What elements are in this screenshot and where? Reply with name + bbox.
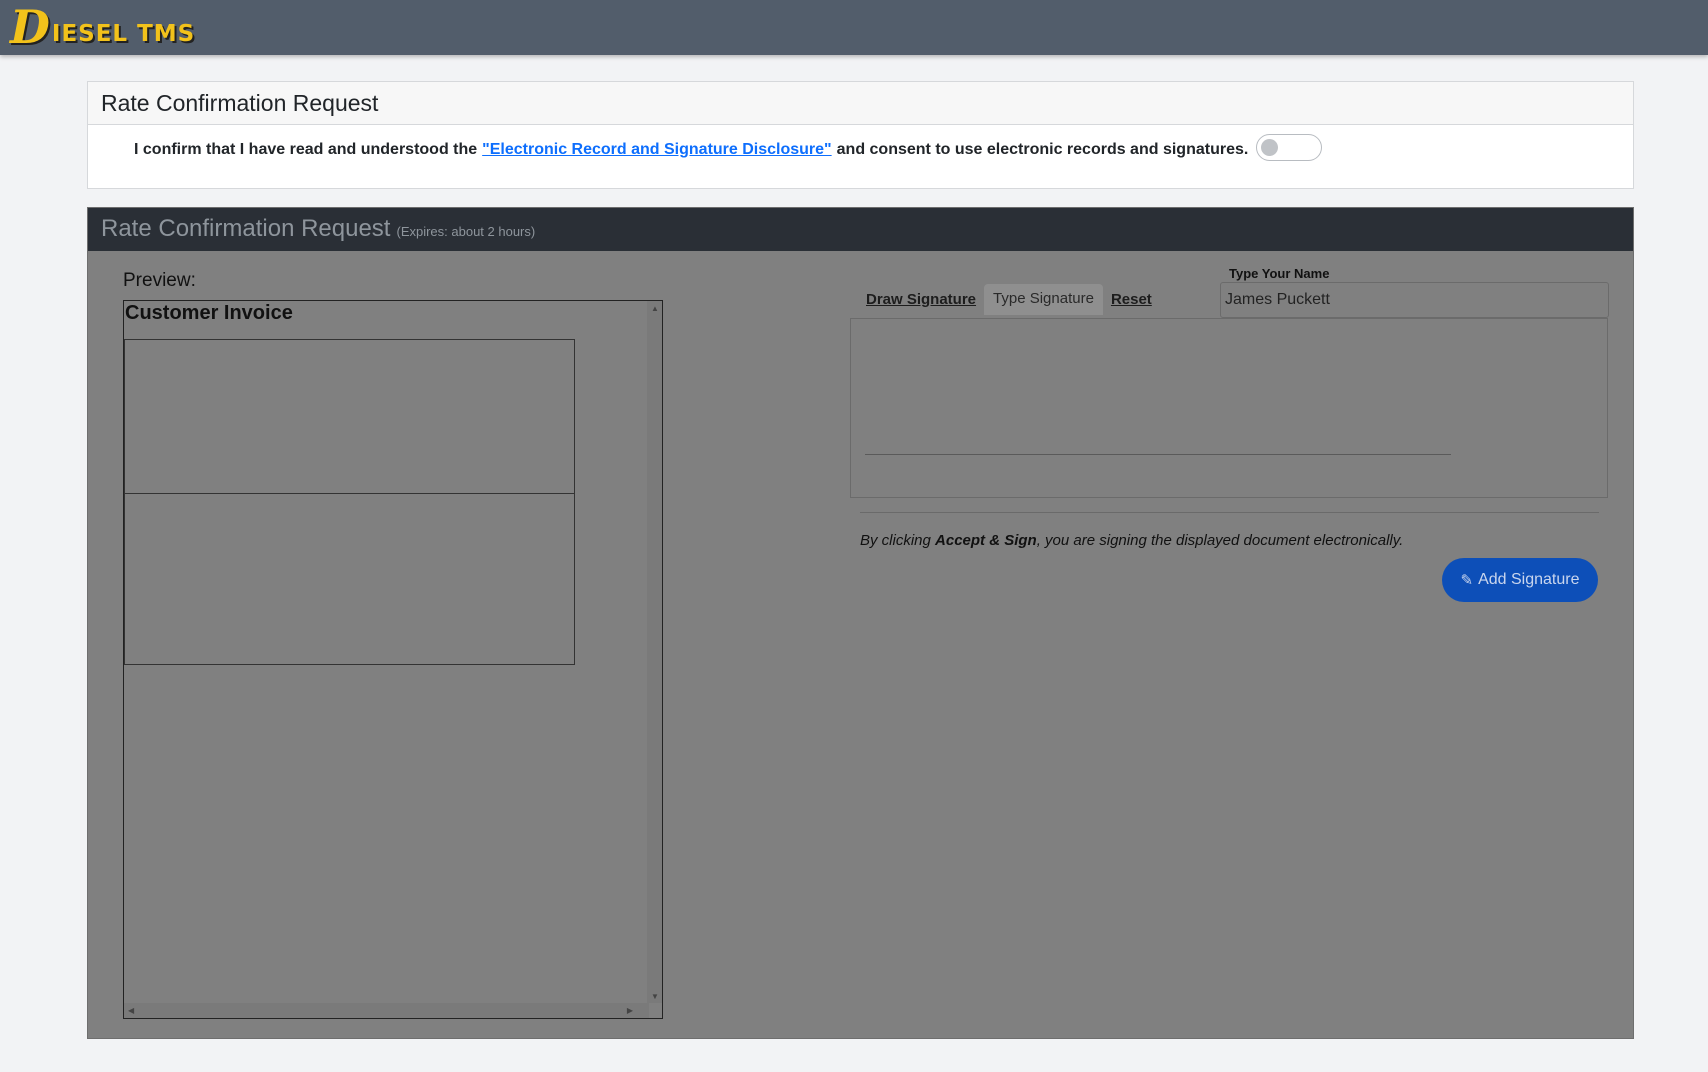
name-label: Type Your Name xyxy=(1229,266,1330,281)
scroll-up-icon[interactable]: ▲ xyxy=(651,305,659,313)
document-title: Customer Invoice xyxy=(125,302,293,324)
tab-draw-signature[interactable]: Draw Signature xyxy=(858,285,984,314)
signature-card-header: Rate Confirmation Request (Expires: abou… xyxy=(88,208,1633,251)
consent-statement: I confirm that I have read and understoo… xyxy=(88,125,1633,174)
name-input[interactable] xyxy=(1220,282,1609,318)
expiry-note: (Expires: about 2 hours) xyxy=(396,224,536,239)
consent-toggle[interactable] xyxy=(1256,134,1323,161)
logo-initial: D xyxy=(10,0,50,54)
document-preview[interactable]: Customer Invoice ▲ ▼ ◀ ▶ xyxy=(123,300,663,1019)
consent-text-after: and consent to use electronic records an… xyxy=(836,140,1249,158)
signature-line xyxy=(865,454,1451,455)
preview-label: Preview: xyxy=(123,270,196,291)
divider xyxy=(860,512,1599,513)
consent-card: Rate Confirmation Request I confirm that… xyxy=(87,81,1634,189)
signature-tabs: Draw Signature Type Signature Reset xyxy=(858,284,1160,315)
toggle-knob xyxy=(1261,139,1279,156)
signature-card-title: Rate Confirmation Request xyxy=(101,215,391,242)
legal-text-bold: Accept & Sign xyxy=(935,532,1037,549)
tab-type-signature[interactable]: Type Signature xyxy=(984,284,1103,315)
consent-card-title: Rate Confirmation Request xyxy=(88,82,1633,125)
reset-button[interactable]: Reset xyxy=(1103,285,1160,314)
signature-card: Rate Confirmation Request (Expires: abou… xyxy=(87,207,1634,1039)
legal-text-post: , you are signing the displayed document… xyxy=(1036,532,1404,549)
diesel-tms-logo[interactable]: D IESEL TMS xyxy=(10,4,195,50)
horizontal-scrollbar[interactable]: ◀ ▶ xyxy=(124,1003,649,1018)
document-section xyxy=(124,494,575,665)
document-section xyxy=(124,339,575,494)
add-signature-label: Add Signature xyxy=(1478,571,1580,588)
top-navbar: D IESEL TMS xyxy=(0,0,1708,55)
pen-icon: ✎ xyxy=(1460,572,1474,589)
scroll-left-icon[interactable]: ◀ xyxy=(128,1007,134,1015)
logo-text: IESEL TMS xyxy=(51,21,196,47)
scroll-right-icon[interactable]: ▶ xyxy=(627,1007,633,1015)
disclosure-link[interactable]: "Electronic Record and Signature Disclos… xyxy=(482,141,831,159)
signature-pad[interactable] xyxy=(850,318,1608,498)
add-signature-button[interactable]: ✎ Add Signature xyxy=(1442,558,1598,602)
vertical-scrollbar[interactable]: ▲ ▼ xyxy=(647,301,662,1003)
legal-notice: By clicking Accept & Sign, you are signi… xyxy=(860,532,1403,549)
consent-text-before: I confirm that I have read and understoo… xyxy=(134,140,478,158)
scroll-down-icon[interactable]: ▼ xyxy=(651,993,659,1001)
legal-text-pre: By clicking xyxy=(860,532,936,549)
